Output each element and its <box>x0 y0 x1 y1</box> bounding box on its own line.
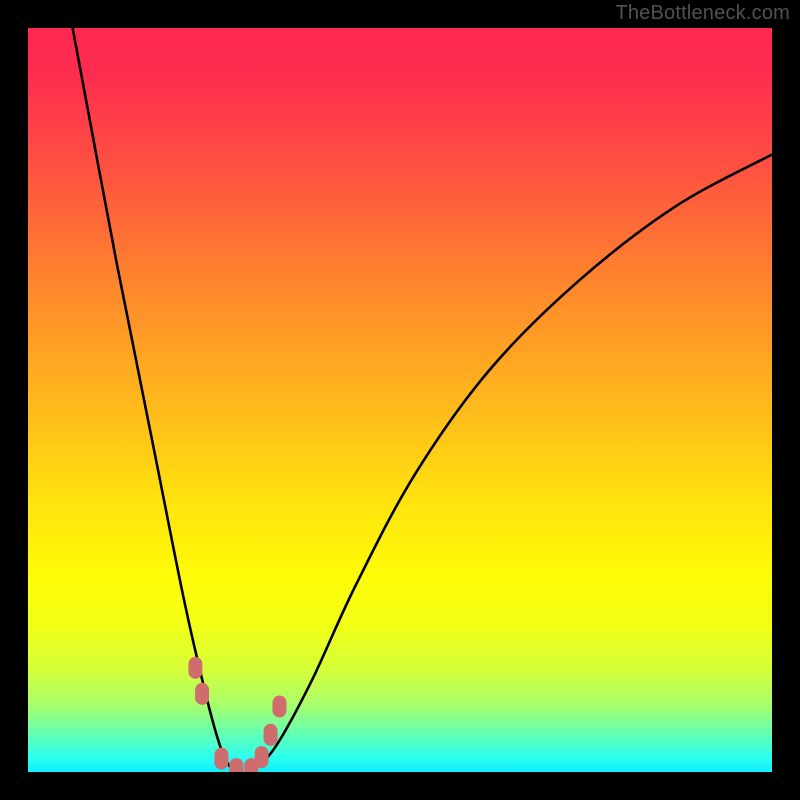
marker-point <box>229 758 243 772</box>
marker-point <box>272 696 286 718</box>
marker-point <box>255 746 269 768</box>
attribution-text: TheBottleneck.com <box>615 2 790 25</box>
chart-frame: TheBottleneck.com <box>0 0 800 800</box>
marker-point <box>244 758 258 772</box>
marker-point <box>214 748 228 770</box>
marker-point <box>195 683 209 705</box>
plot-area <box>28 28 772 772</box>
marker-point <box>188 657 202 679</box>
bottleneck-curve <box>73 28 772 772</box>
marker-point <box>264 724 278 746</box>
highlighted-points <box>188 657 286 772</box>
curve-layer <box>28 28 772 772</box>
